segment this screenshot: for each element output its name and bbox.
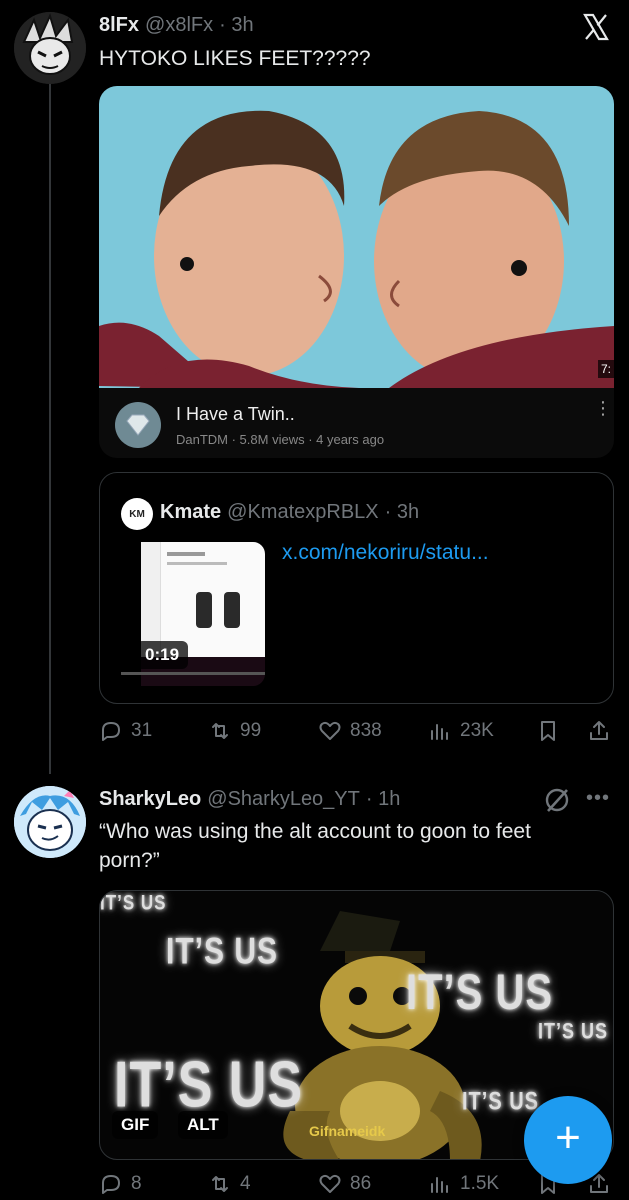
share-button[interactable] [587,719,611,743]
tweet-text: “Who was using the alt account to goon t… [99,820,531,872]
like-icon [319,721,341,740]
avatar-sharkyleo[interactable] [14,786,86,858]
like-count: 838 [350,720,382,741]
quote-timestamp[interactable]: · 3h [385,501,419,524]
video-title[interactable]: I Have a Twin.. [176,404,295,425]
diamond-icon [126,414,150,436]
logo-icon: KM [129,508,145,520]
video-more-icon[interactable]: ⋮ [594,399,612,417]
views-count: 1.5K [460,1173,500,1194]
its-us-text-4: IT’S US [538,1018,609,1044]
its-us-text-1: IT’S US [100,890,167,915]
quote-tweet[interactable]: KM Kmate @KmatexpRBLX · 3h 0:19 x.com/ne… [99,472,614,704]
repost-button[interactable]: 99 [208,719,261,743]
gif-watermark: Gifnameidk [309,1123,386,1139]
like-button[interactable]: 838 [318,719,382,743]
quote-author-handle[interactable]: @KmatexpRBLX [227,501,378,524]
timestamp[interactable]: · 3h [219,14,253,37]
its-us-text-6: IT’S US [462,1088,540,1116]
author-handle[interactable]: @SharkyLeo_YT [207,788,360,811]
views-icon [431,1177,448,1193]
views-button[interactable]: 23K [428,719,494,743]
x-logo-icon[interactable] [581,12,611,42]
views-icon [431,724,448,740]
repost-icon [212,1176,228,1192]
repost-count: 99 [240,720,262,741]
more-icon[interactable]: ••• [586,787,610,810]
reply-count: 8 [131,1173,142,1194]
channel-avatar[interactable] [115,402,161,448]
bookmark-button[interactable] [536,719,560,743]
views-count: 23K [460,720,494,741]
reply-count: 31 [131,720,153,741]
repost-count: 4 [240,1173,251,1194]
reply-button[interactable]: 31 [99,719,152,743]
video-duration: 7: [597,360,614,378]
compose-icon: + [555,1113,581,1162]
quote-link[interactable]: x.com/nekoriru/statu... [282,541,489,565]
avatar-drawing-icon [14,786,86,858]
grok-icon[interactable] [543,786,571,814]
compose-button[interactable]: + [524,1096,612,1184]
like-button[interactable]: 86 [318,1172,371,1196]
tweet-text: HYTOKO LIKES FEET????? [99,47,371,70]
bookmark-icon [541,721,555,741]
alt-badge[interactable]: ALT [178,1111,228,1139]
author-handle[interactable]: @x8lFx [145,14,213,37]
timestamp[interactable]: · 1h [366,788,400,811]
avatar-8lfx[interactable] [14,12,86,84]
its-us-text-3: IT’S US [406,965,554,1021]
author-name[interactable]: 8lFx [99,14,139,37]
reply-button[interactable]: 8 [99,1172,142,1196]
reply-icon [102,1175,120,1194]
its-us-text-2: IT’S US [166,930,279,972]
like-icon [319,1174,341,1193]
quote-author-name[interactable]: Kmate [160,501,221,524]
video-meta: DanTDM · 5.8M views · 4 years ago [176,432,385,447]
share-icon [590,721,608,740]
reply-icon [102,722,120,741]
video-embed[interactable]: 7: I Have a Twin.. DanTDM · 5.8M views ·… [99,86,614,458]
repost-icon [212,723,228,739]
thread-connector [49,84,51,774]
quote-video-duration: 0:19 [136,641,189,669]
avatar-drawing-icon [14,12,86,84]
gif-badge: GIF [112,1111,159,1139]
views-button[interactable]: 1.5K [428,1172,499,1196]
repost-button[interactable]: 4 [208,1172,251,1196]
like-count: 86 [350,1173,372,1194]
video-thumbnail [99,86,614,388]
quote-avatar[interactable]: KM [121,498,153,530]
author-name[interactable]: SharkyLeo [99,788,201,811]
